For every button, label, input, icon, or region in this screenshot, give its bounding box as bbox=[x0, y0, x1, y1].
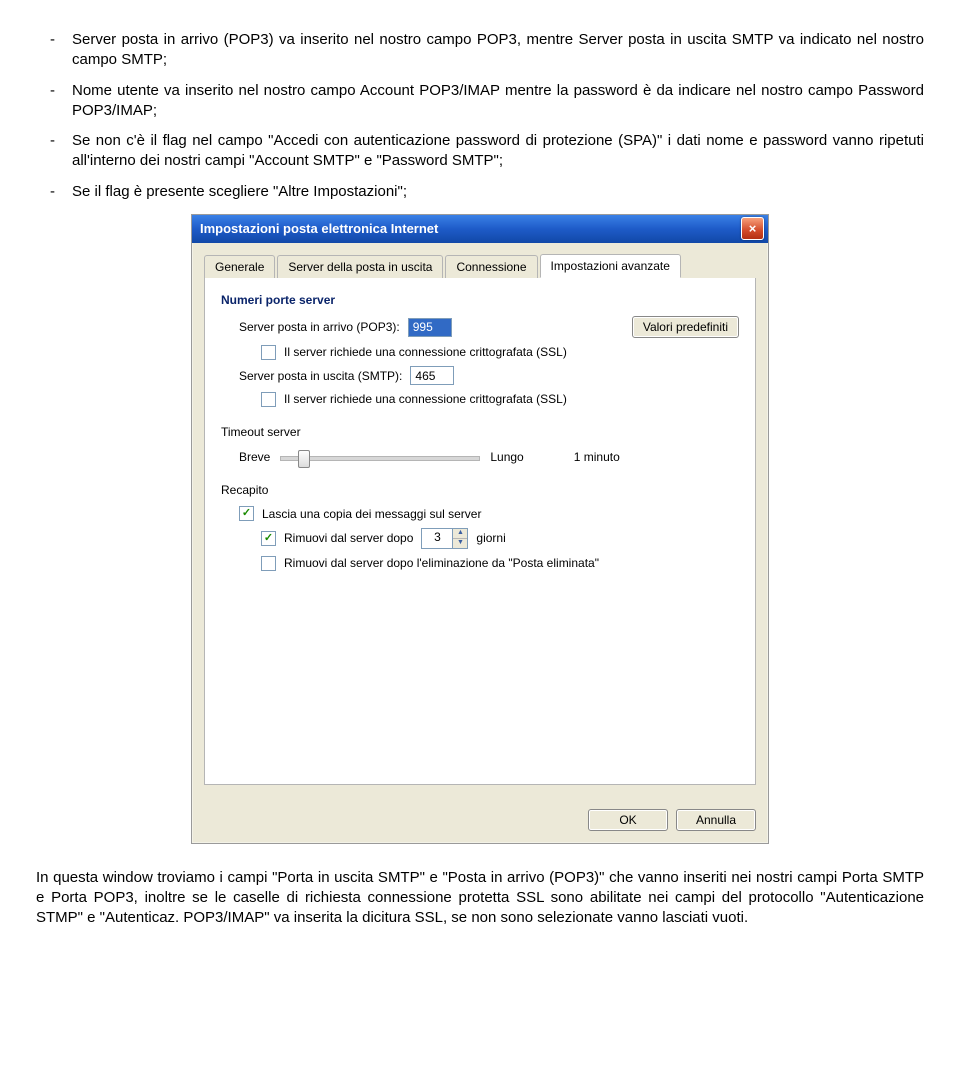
remove-deleted-label: Rimuovi dal server dopo l'eliminazione d… bbox=[284, 555, 599, 571]
tab-advanced[interactable]: Impostazioni avanzate bbox=[540, 254, 681, 278]
ok-button[interactable]: OK bbox=[588, 809, 668, 831]
tab-connection[interactable]: Connessione bbox=[445, 255, 537, 279]
timeout-slider[interactable] bbox=[280, 448, 480, 466]
remove-after-days-spinner[interactable]: 3 ▲ ▼ bbox=[421, 528, 468, 549]
smtp-ssl-checkbox[interactable] bbox=[261, 392, 276, 407]
dialog-button-row: OK Annulla bbox=[192, 799, 768, 843]
cancel-button[interactable]: Annulla bbox=[676, 809, 756, 831]
tab-panel-advanced: Numeri porte server Server posta in arri… bbox=[204, 278, 756, 785]
leave-copy-label: Lascia una copia dei messaggi sul server bbox=[262, 506, 481, 522]
remove-deleted-checkbox[interactable] bbox=[261, 556, 276, 571]
instruction-item: Server posta in arrivo (POP3) va inserit… bbox=[36, 30, 924, 71]
instruction-item: Nome utente va inserito nel nostro campo… bbox=[36, 81, 924, 122]
smtp-port-input[interactable] bbox=[410, 366, 454, 385]
group-delivery-label: Recapito bbox=[221, 482, 739, 498]
timeout-short-label: Breve bbox=[239, 449, 270, 465]
smtp-ssl-label: Il server richiede una connessione critt… bbox=[284, 391, 567, 407]
tab-outgoing-server[interactable]: Server della posta in uscita bbox=[277, 255, 443, 279]
pop3-ssl-label: Il server richiede una connessione critt… bbox=[284, 344, 567, 360]
closing-paragraph: In questa window troviamo i campi "Porta… bbox=[36, 868, 924, 929]
slider-thumb-icon[interactable] bbox=[298, 450, 310, 468]
dialog-screenshot: Impostazioni posta elettronica Internet … bbox=[36, 214, 924, 844]
group-ports-label: Numeri porte server bbox=[221, 292, 739, 308]
chevron-down-icon[interactable]: ▼ bbox=[453, 539, 467, 548]
pop3-port-input[interactable] bbox=[408, 318, 452, 337]
leave-copy-checkbox[interactable] bbox=[239, 506, 254, 521]
pop3-ssl-checkbox[interactable] bbox=[261, 345, 276, 360]
remove-after-checkbox[interactable] bbox=[261, 531, 276, 546]
titlebar: Impostazioni posta elettronica Internet … bbox=[192, 215, 768, 243]
tabstrip: Generale Server della posta in uscita Co… bbox=[204, 254, 756, 279]
tab-general[interactable]: Generale bbox=[204, 255, 275, 279]
settings-dialog: Impostazioni posta elettronica Internet … bbox=[191, 214, 769, 844]
close-icon[interactable]: × bbox=[741, 217, 764, 240]
defaults-button[interactable]: Valori predefiniti bbox=[632, 316, 739, 338]
remove-after-label-a: Rimuovi dal server dopo bbox=[284, 530, 413, 546]
chevron-up-icon[interactable]: ▲ bbox=[453, 529, 467, 539]
group-timeout-label: Timeout server bbox=[221, 424, 739, 440]
remove-after-label-b: giorni bbox=[476, 530, 505, 546]
pop3-port-label: Server posta in arrivo (POP3): bbox=[239, 319, 400, 335]
instruction-list: Server posta in arrivo (POP3) va inserit… bbox=[36, 30, 924, 202]
instruction-item: Se non c'è il flag nel campo "Accedi con… bbox=[36, 131, 924, 172]
remove-after-days-value: 3 bbox=[422, 529, 452, 548]
timeout-value: 1 minuto bbox=[574, 449, 620, 465]
window-title: Impostazioni posta elettronica Internet bbox=[200, 220, 741, 238]
instruction-item: Se il flag è presente scegliere "Altre I… bbox=[36, 182, 924, 202]
timeout-long-label: Lungo bbox=[490, 449, 523, 465]
smtp-port-label: Server posta in uscita (SMTP): bbox=[239, 368, 402, 384]
